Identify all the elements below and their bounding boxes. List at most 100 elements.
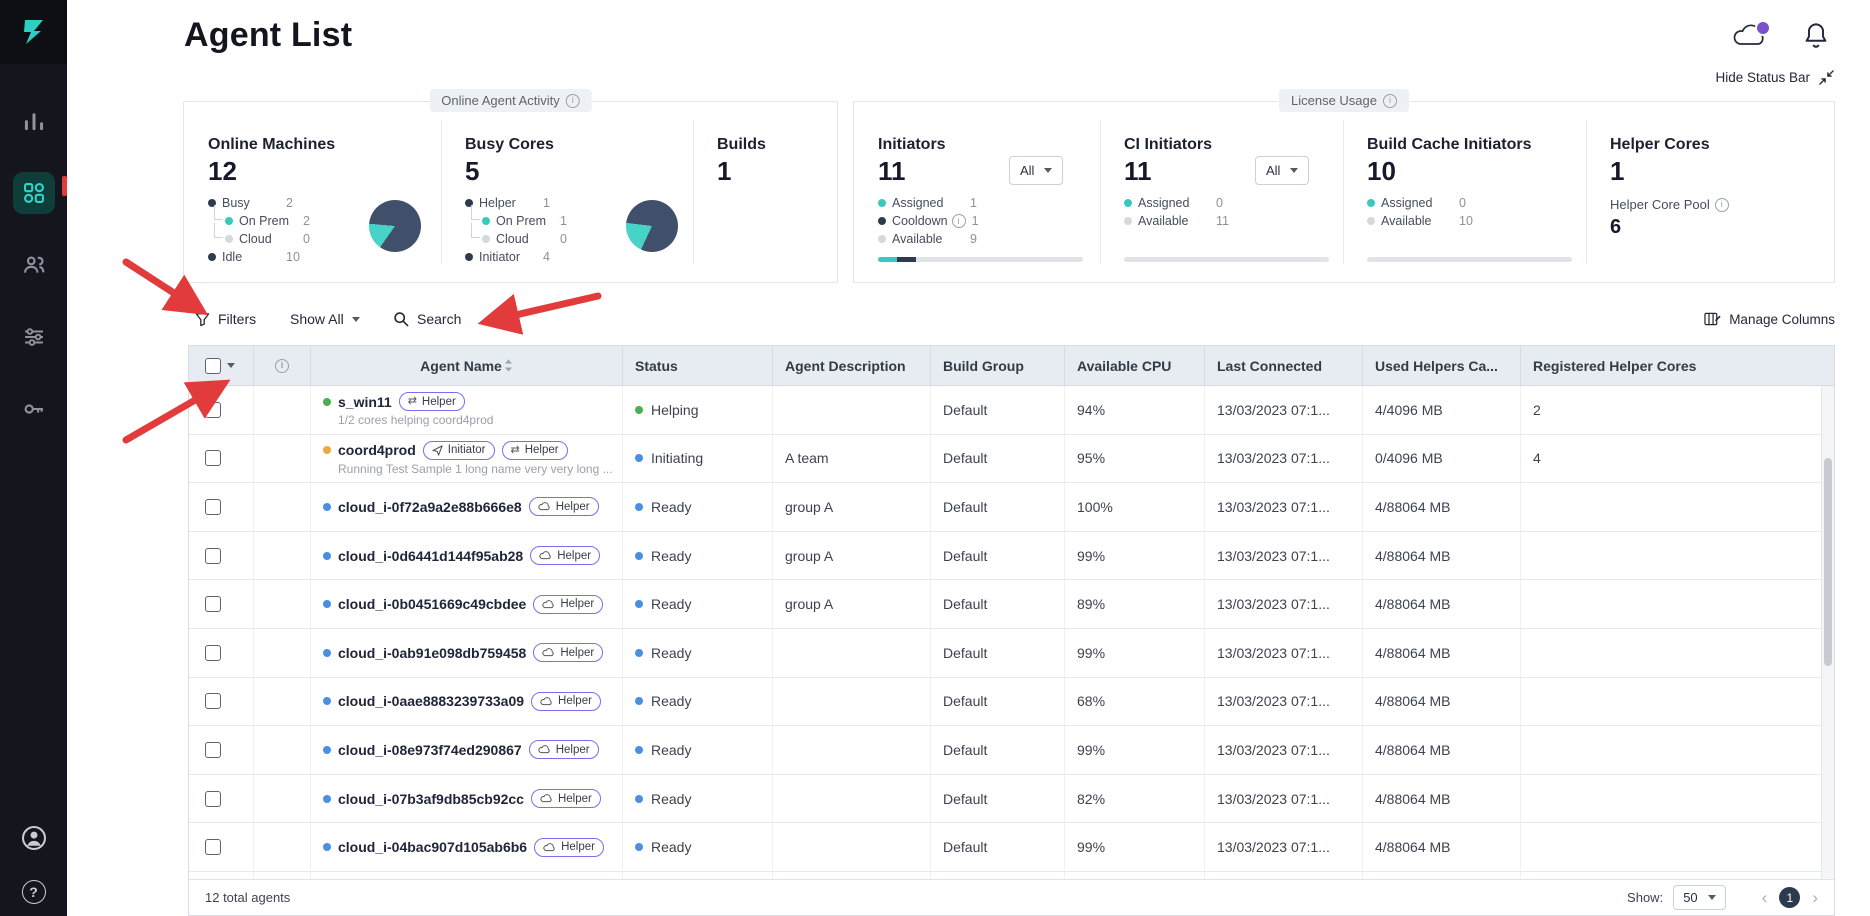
bar-segment-cooldown xyxy=(897,257,916,262)
cloud-helper-badge: Helper xyxy=(531,789,601,808)
machines-legend: Busy2 On Prem2 Cloud0 Idle10 xyxy=(208,194,335,266)
row-checkbox[interactable] xyxy=(205,596,221,612)
show-all-dropdown[interactable]: Show All xyxy=(290,311,360,327)
search-label: Search xyxy=(417,311,461,327)
select-value: All xyxy=(1020,163,1034,178)
sidebar-item-users[interactable] xyxy=(13,244,55,286)
select-all-checkbox[interactable] xyxy=(205,358,221,374)
panel-divider xyxy=(693,120,694,264)
column-header-build-group[interactable]: Build Group xyxy=(931,346,1065,385)
search-button[interactable]: Search xyxy=(393,311,461,327)
helper-badge: ⇄Helper xyxy=(502,441,568,460)
incredibuild-logo-icon xyxy=(21,18,47,46)
legend-dot xyxy=(225,235,233,243)
sidebar-item-settings[interactable] xyxy=(13,316,55,358)
sort-icon[interactable] xyxy=(504,359,513,372)
initiators-usage-bar xyxy=(878,257,1083,262)
page-number[interactable]: 1 xyxy=(1779,887,1800,908)
next-page-button[interactable]: › xyxy=(1812,888,1818,908)
legend-dot xyxy=(225,217,233,225)
initiators-filter-select[interactable]: All xyxy=(1009,156,1063,185)
info-icon[interactable]: i xyxy=(952,214,966,228)
column-header-available-cpu[interactable]: Available CPU xyxy=(1065,346,1205,385)
section-value: 12 xyxy=(208,156,335,187)
cloud-icon xyxy=(538,745,551,754)
user-avatar[interactable] xyxy=(16,820,52,856)
initiators-section: Initiators 11 All Assigned1 Cooldowni1 A… xyxy=(878,136,1100,262)
row-checkbox[interactable] xyxy=(205,645,221,661)
column-header-used-helpers[interactable]: Used Helpers Ca... xyxy=(1363,346,1521,385)
sidebar-item-dashboard[interactable] xyxy=(13,100,55,142)
column-header-registered-cores[interactable]: Registered Helper Cores xyxy=(1521,346,1834,385)
status-dot xyxy=(635,649,643,657)
helper-badge: ⇄Helper xyxy=(399,392,465,411)
swap-icon: ⇄ xyxy=(408,396,417,407)
info-icon[interactable]: i xyxy=(1383,94,1397,108)
previous-page-button[interactable]: ‹ xyxy=(1762,888,1768,908)
cloud-icon xyxy=(540,794,553,803)
table-row: coord4prod Initiator ⇄Helper Running Tes… xyxy=(189,435,1834,484)
hide-status-bar-button[interactable]: Hide Status Bar xyxy=(1715,70,1834,85)
brand-logo[interactable] xyxy=(0,0,67,64)
table-row: s_win11 ⇄Helper 1/2 cores helping coord4… xyxy=(189,386,1834,435)
legend-dot xyxy=(1124,217,1132,225)
online-activity-tag-label: Online Agent Activity xyxy=(441,93,560,108)
chevron-down-icon xyxy=(352,317,360,322)
row-checkbox[interactable] xyxy=(205,791,221,807)
table-row: cloud_i-08e973f74ed290867 Helper Ready D… xyxy=(189,726,1834,775)
row-checkbox[interactable] xyxy=(205,402,221,418)
chevron-down-icon[interactable] xyxy=(227,363,235,368)
vertical-scrollbar[interactable] xyxy=(1821,386,1834,879)
license-usage-tag-label: License Usage xyxy=(1291,93,1377,108)
column-header-last-connected[interactable]: Last Connected xyxy=(1205,346,1363,385)
column-header-agent-name[interactable]: Agent Name xyxy=(311,346,623,385)
page-size-select[interactable]: 50 xyxy=(1673,885,1725,910)
help-button[interactable]: ? xyxy=(16,874,52,910)
info-column-header[interactable]: i xyxy=(254,346,311,385)
legend-dot xyxy=(465,253,473,261)
sidebar-item-agents[interactable] xyxy=(13,172,55,214)
machines-donut-chart xyxy=(369,200,421,252)
row-checkbox[interactable] xyxy=(205,499,221,515)
row-checkbox[interactable] xyxy=(205,548,221,564)
filter-icon xyxy=(195,312,210,327)
chevron-down-icon xyxy=(1708,895,1716,900)
notifications-button[interactable] xyxy=(1804,22,1828,54)
ci-initiators-filter-select[interactable]: All xyxy=(1255,156,1309,185)
helper-cores-section: Helper Cores 1 Helper Core Pool i 6 xyxy=(1610,136,1832,239)
row-checkbox[interactable] xyxy=(205,839,221,855)
select-all-header[interactable] xyxy=(189,346,254,385)
scrollbar-thumb[interactable] xyxy=(1824,458,1832,666)
table-row: cloud_i-0aae8883239733a09 Helper Ready D… xyxy=(189,678,1834,727)
ci-initiators-usage-bar xyxy=(1124,257,1329,262)
online-activity-tag: Online Agent Activity i xyxy=(429,89,592,112)
filters-button[interactable]: Filters xyxy=(195,311,256,327)
helper-core-pool-value: 6 xyxy=(1610,216,1832,239)
agent-name: cloud_i-0f72a9a2e88b666e8 xyxy=(338,499,522,515)
row-checkbox[interactable] xyxy=(205,693,221,709)
row-checkbox[interactable] xyxy=(205,450,221,466)
info-icon[interactable]: i xyxy=(1715,198,1729,212)
agent-name: cloud_i-0aae8883239733a09 xyxy=(338,693,524,709)
info-icon[interactable]: i xyxy=(566,94,580,108)
status-label: Ready xyxy=(651,596,691,612)
column-header-status[interactable]: Status xyxy=(623,346,773,385)
initiator-badge: Initiator xyxy=(423,441,495,460)
filters-label: Filters xyxy=(218,311,256,327)
status-label: Ready xyxy=(651,791,691,807)
build-cache-usage-bar xyxy=(1367,257,1572,262)
cloud-status-button[interactable] xyxy=(1730,20,1772,55)
agent-status-dot xyxy=(323,843,331,851)
ci-initiators-legend: Assigned0 Available11 xyxy=(1124,194,1346,230)
search-icon xyxy=(393,311,409,327)
table-row: cloud_i-04bac907d105ab6b6 Helper Ready D… xyxy=(189,823,1834,872)
cloud-helper-badge: Helper xyxy=(529,740,599,759)
license-usage-tag: License Usage i xyxy=(1279,89,1409,112)
column-header-description[interactable]: Agent Description xyxy=(773,346,931,385)
legend-dot xyxy=(878,235,886,243)
bar-segment-assigned xyxy=(878,257,897,262)
section-value: 10 xyxy=(1367,156,1589,187)
row-checkbox[interactable] xyxy=(205,742,221,758)
manage-columns-button[interactable]: Manage Columns xyxy=(1704,311,1835,327)
sidebar-item-licenses[interactable] xyxy=(13,388,55,430)
